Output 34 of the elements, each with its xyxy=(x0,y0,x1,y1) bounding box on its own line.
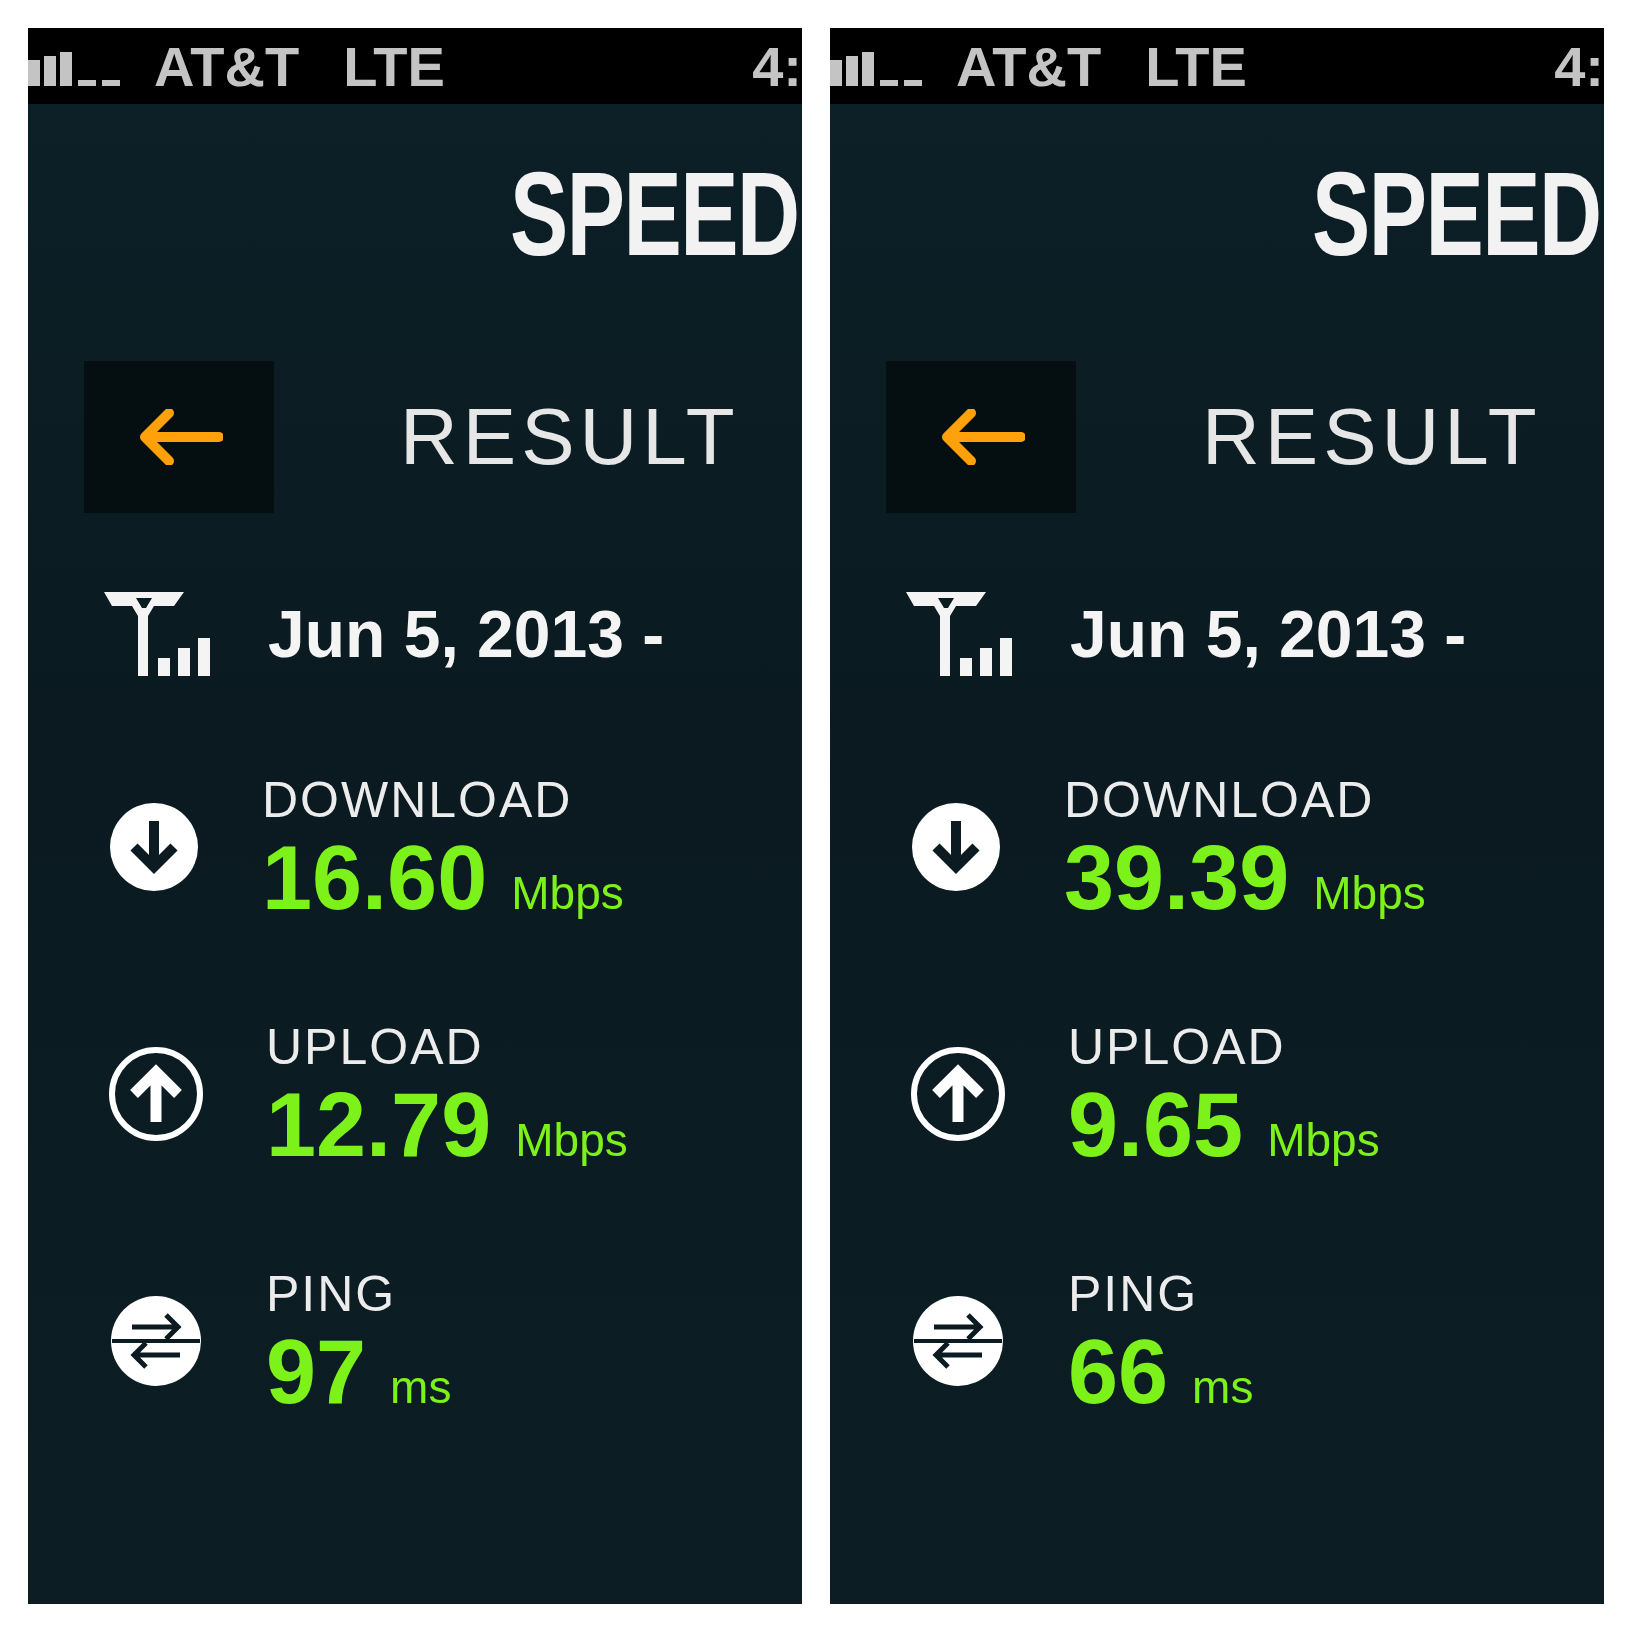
app-title: SPEED xyxy=(1312,147,1601,282)
metric-label: UPLOAD xyxy=(1068,1018,1287,1076)
metric-value: 9.65 xyxy=(1068,1080,1244,1170)
back-button[interactable] xyxy=(886,360,1076,513)
back-button[interactable] xyxy=(84,360,274,513)
page-title: RESULT xyxy=(1202,390,1542,483)
clock-time: 4: xyxy=(1554,33,1604,99)
metric-label: PING xyxy=(266,1265,398,1323)
metric-label: DOWNLOAD xyxy=(262,771,574,829)
app-title: SPEED xyxy=(510,147,799,282)
ping-arrows-icon xyxy=(910,1293,1006,1389)
network-type: LTE xyxy=(1145,33,1247,99)
test-date: Jun 5, 2013 - xyxy=(1070,596,1467,672)
metric-label: UPLOAD xyxy=(266,1018,485,1076)
metric-unit: Mbps xyxy=(1267,1113,1380,1167)
carrier-name: AT&T xyxy=(154,33,300,99)
network-type: LTE xyxy=(343,33,445,99)
metric-label: PING xyxy=(1068,1265,1200,1323)
metric-unit: ms xyxy=(390,1360,452,1414)
metric-value: 16.60 xyxy=(262,833,488,923)
metric-unit: Mbps xyxy=(515,1113,628,1167)
metric-label: DOWNLOAD xyxy=(1064,771,1376,829)
metric-value: 66 xyxy=(1068,1327,1169,1417)
metric-value: 12.79 xyxy=(266,1080,492,1170)
metric-value: 39.39 xyxy=(1064,833,1290,923)
metric-unit: ms xyxy=(1192,1360,1254,1414)
metric-value: 97 xyxy=(266,1327,367,1417)
page-title: RESULT xyxy=(400,390,740,483)
carrier-name: AT&T xyxy=(956,33,1102,99)
test-date: Jun 5, 2013 - xyxy=(268,596,665,672)
clock-time: 4: xyxy=(752,33,802,99)
metric-unit: Mbps xyxy=(511,866,624,920)
ping-arrows-icon xyxy=(108,1293,204,1389)
metric-unit: Mbps xyxy=(1313,866,1426,920)
